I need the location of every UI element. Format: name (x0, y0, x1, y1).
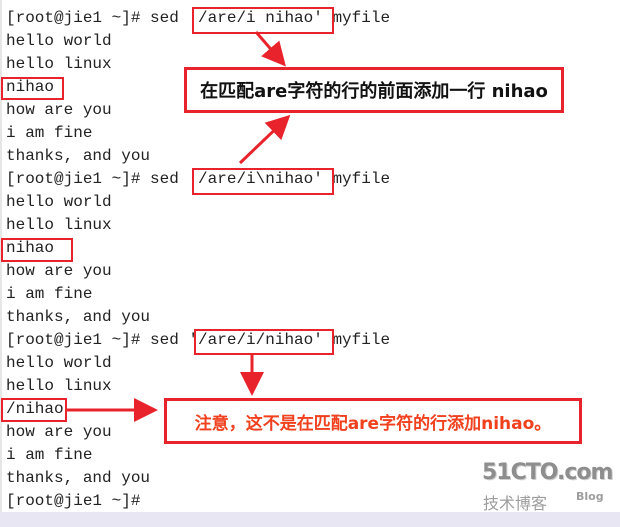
highlight-box-slash-nihao (1, 398, 67, 422)
output-line: i am fine (6, 124, 93, 142)
output-line: thanks, and you (6, 469, 151, 487)
watermark-subtitle: 技术博客 (483, 494, 548, 513)
callout-insert-before: 在匹配are字符的行的前面添加一行 nihao (184, 67, 564, 113)
output-line: hello linux (6, 377, 112, 395)
output-line: hello linux (6, 55, 112, 73)
output-line: hello world (6, 354, 112, 372)
watermark-51cto: 51CTO.com 技术博客 Blog (480, 460, 613, 516)
highlight-box-nihao-1 (1, 77, 64, 100)
watermark-blog: Blog (576, 490, 604, 503)
callout-warning-text: 注意，这不是在匹配are字符的行添加nihao。 (194, 413, 552, 434)
callout-insert-before-text: 在匹配are字符的行的前面添加一行 nihao (200, 81, 548, 102)
shell-prompt: [root@jie1 ~]# (6, 492, 141, 510)
output-line: hello world (6, 193, 112, 211)
bottom-band (0, 512, 620, 527)
callout-warning: 注意，这不是在匹配are字符的行添加nihao。 (164, 398, 582, 444)
output-line: hello world (6, 32, 112, 50)
output-line: i am fine (6, 285, 93, 303)
output-line: hello linux (6, 216, 112, 234)
highlight-box-sed-arg-2 (192, 168, 334, 195)
output-line: how are you (6, 262, 112, 280)
highlight-box-sed-arg-1 (192, 7, 334, 34)
output-line: thanks, and you (6, 308, 151, 326)
output-line: how are you (6, 423, 112, 441)
highlight-box-nihao-2 (1, 238, 73, 262)
highlight-box-sed-arg-3 (194, 329, 334, 355)
output-line: how are you (6, 101, 112, 119)
output-line: i am fine (6, 446, 93, 464)
output-line: thanks, and you (6, 147, 151, 165)
watermark-brand: 51CTO.com (482, 460, 613, 485)
